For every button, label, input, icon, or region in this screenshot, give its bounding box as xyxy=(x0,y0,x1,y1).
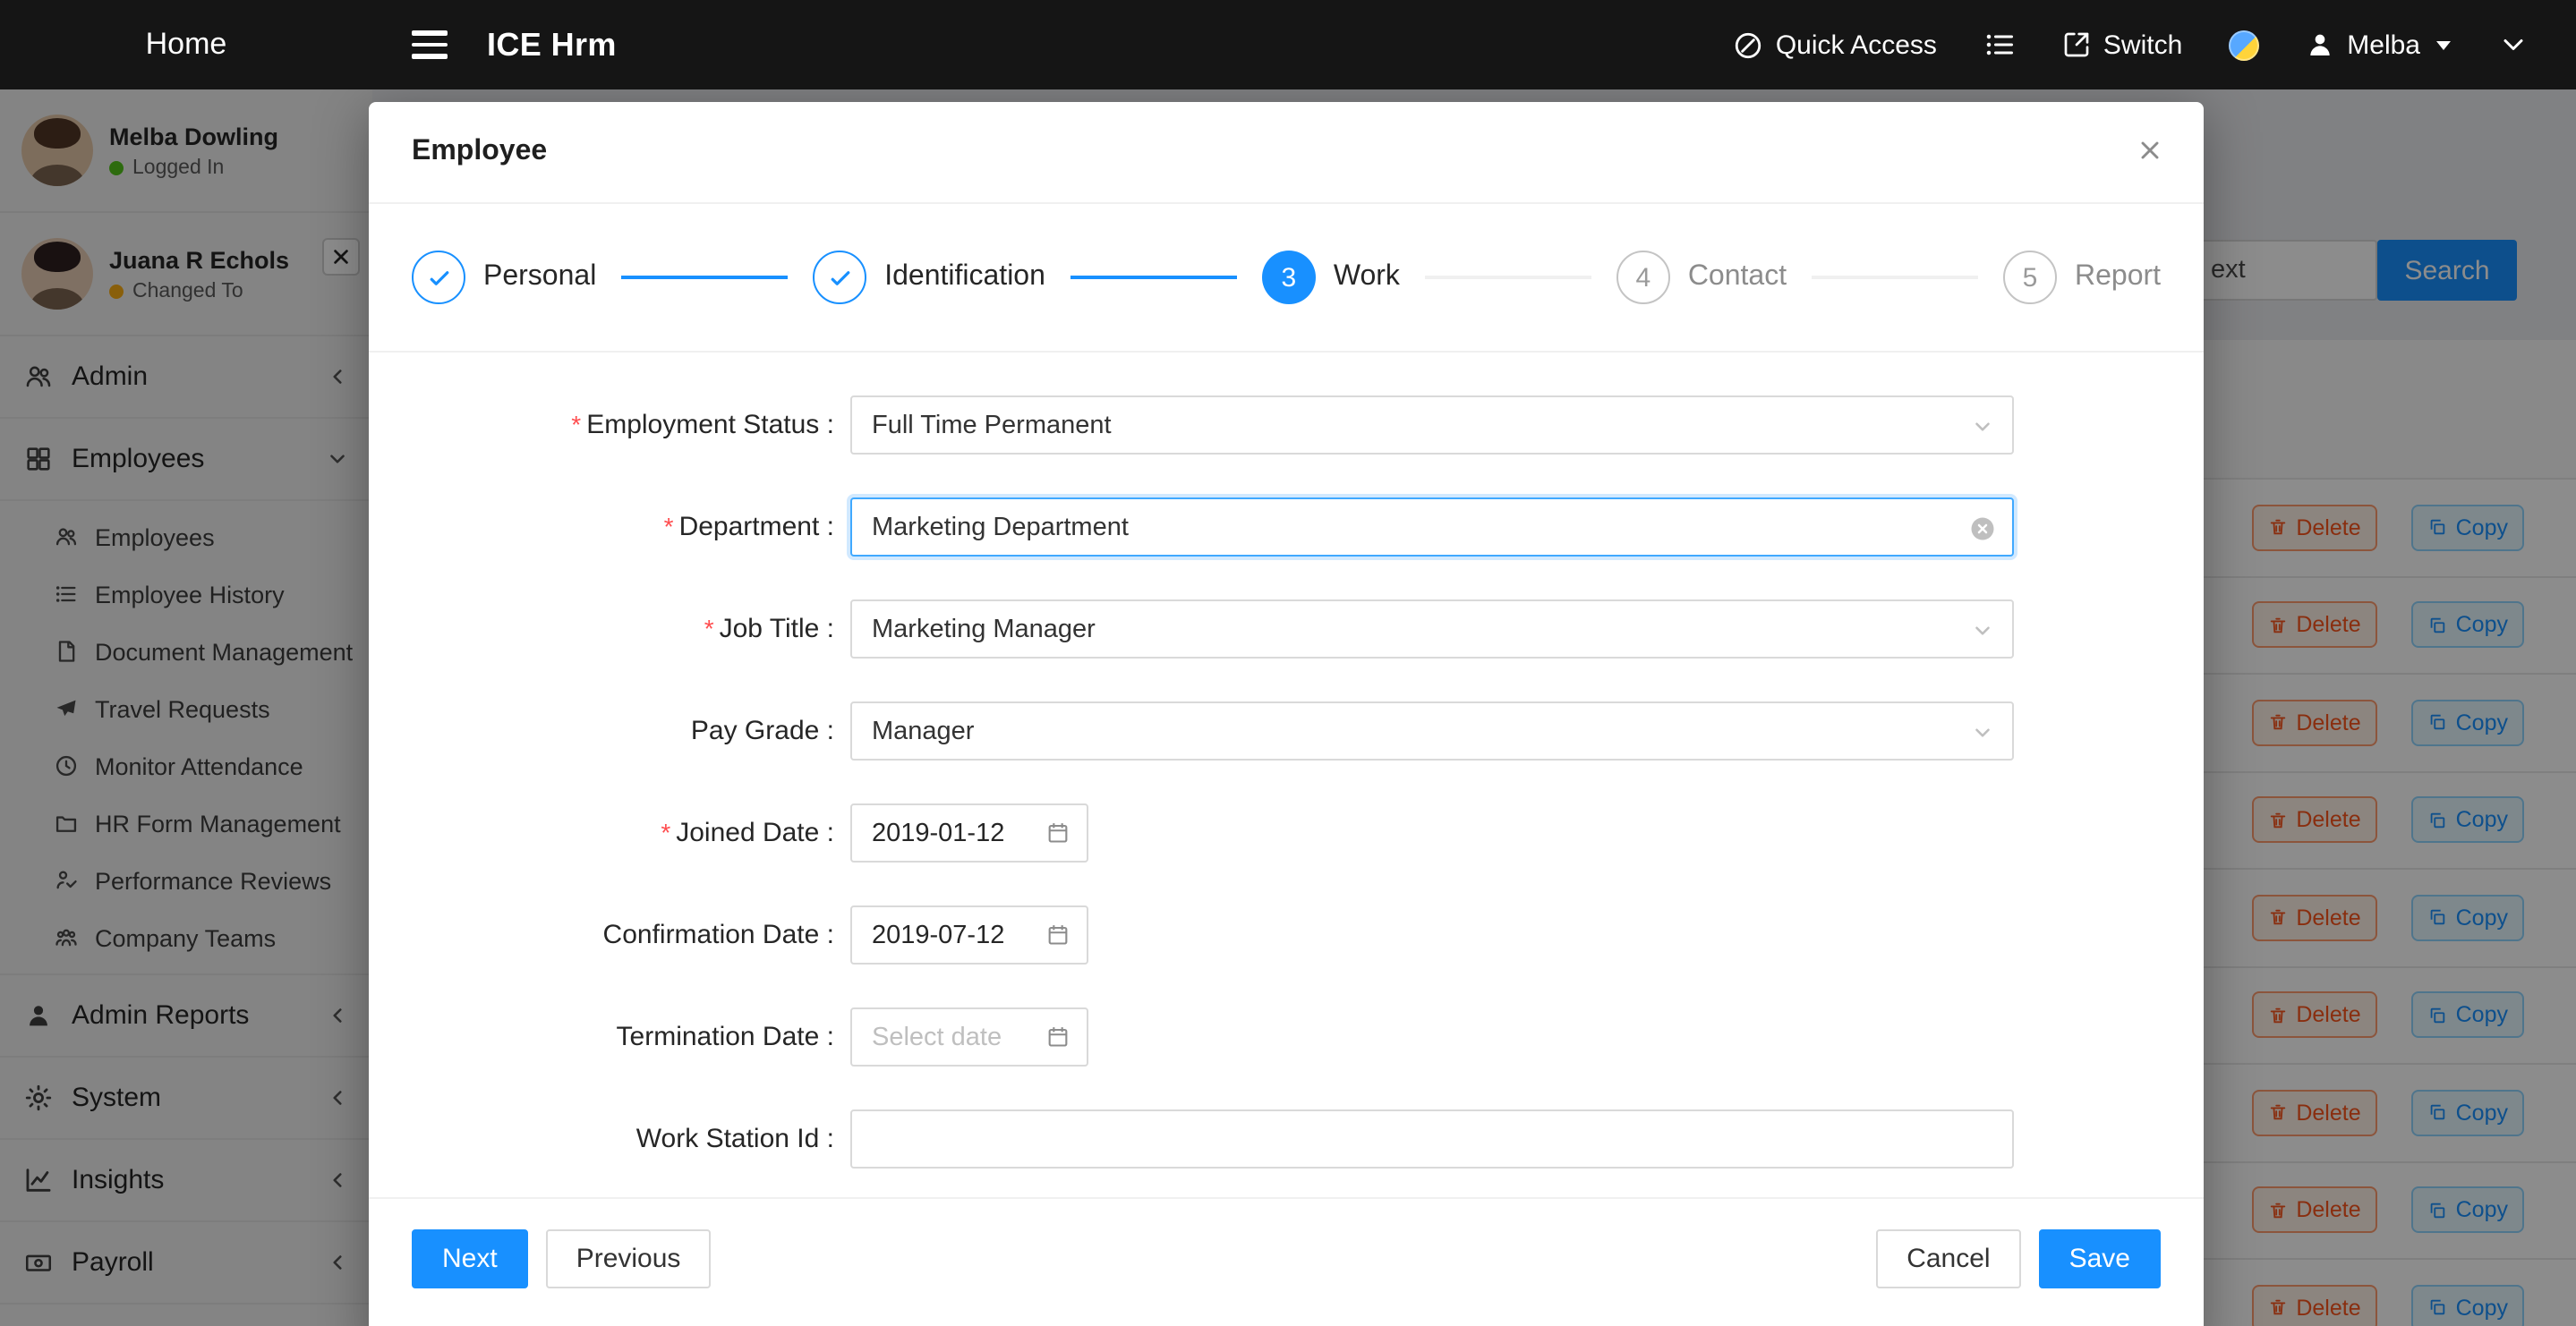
quick-access-label: Quick Access xyxy=(1776,30,1937,60)
step-check-icon xyxy=(412,251,465,304)
job-title-select[interactable]: Marketing Manager xyxy=(850,599,2014,659)
close-icon[interactable] xyxy=(2136,136,2164,165)
quick-access-icon xyxy=(1733,30,1763,60)
user-menu[interactable]: Melba xyxy=(2306,30,2451,60)
step-label: Report xyxy=(2075,261,2161,293)
field-label: Pay Grade : xyxy=(369,716,834,746)
field-label: *Job Title : xyxy=(369,614,834,644)
employment-status-select[interactable]: Full Time Permanent xyxy=(850,395,2014,455)
select-value: Marketing Manager xyxy=(872,615,1096,643)
select-value: Marketing Department xyxy=(872,513,1129,541)
step-number: 5 xyxy=(2003,251,2057,304)
user-menu-label: Melba xyxy=(2347,30,2420,60)
termination-date-picker[interactable]: Select date xyxy=(850,1007,1088,1067)
user-menu-caret-icon xyxy=(2436,40,2451,49)
next-button[interactable]: Next xyxy=(412,1229,528,1288)
nav-home-link[interactable]: Home xyxy=(0,27,372,63)
steps-wizard: Personal Identification 3 Work 4 Contact xyxy=(369,204,2204,353)
switch-button[interactable]: Switch xyxy=(2062,30,2182,60)
step-connector xyxy=(1425,276,1591,279)
clear-icon[interactable] xyxy=(1969,515,1996,542)
field-label: Work Station Id : xyxy=(369,1124,834,1154)
step-label: Contact xyxy=(1688,261,1787,293)
cancel-button[interactable]: Cancel xyxy=(1876,1229,2020,1288)
navbar-chevron-down-icon[interactable] xyxy=(2497,29,2529,61)
field-label: Confirmation Date : xyxy=(369,920,834,950)
date-value: 2019-07-12 xyxy=(872,921,1004,949)
joined-date-picker[interactable]: 2019-01-12 xyxy=(850,803,1088,863)
quick-access-button[interactable]: Quick Access xyxy=(1733,30,1937,60)
employee-modal: Employee Personal Identification 3 xyxy=(369,102,2204,1326)
step-connector xyxy=(1070,276,1237,279)
step-identification[interactable]: Identification xyxy=(813,251,1045,304)
step-label: Work xyxy=(1334,261,1400,293)
step-report[interactable]: 5 Report xyxy=(2003,251,2161,304)
calendar-icon xyxy=(1045,922,1070,947)
step-personal[interactable]: Personal xyxy=(412,251,596,304)
step-connector xyxy=(621,276,788,279)
step-number: 4 xyxy=(1616,251,1670,304)
field-label: *Department : xyxy=(369,512,834,542)
language-globe-icon[interactable] xyxy=(2229,30,2259,60)
step-check-icon xyxy=(813,251,866,304)
field-label: *Joined Date : xyxy=(369,818,834,848)
menu-toggle-icon[interactable] xyxy=(412,31,448,58)
step-work[interactable]: 3 Work xyxy=(1262,251,1400,304)
user-icon xyxy=(2306,30,2334,59)
date-placeholder: Select date xyxy=(872,1023,1002,1051)
switch-label: Switch xyxy=(2103,30,2182,60)
modal-header: Employee xyxy=(369,102,2204,204)
save-button[interactable]: Save xyxy=(2039,1229,2161,1288)
date-value: 2019-01-12 xyxy=(872,819,1004,847)
step-label: Personal xyxy=(483,261,596,293)
modal-footer: Next Previous Cancel Save xyxy=(369,1186,2204,1317)
chevron-down-icon xyxy=(1971,721,1994,744)
switch-icon xyxy=(2062,30,2091,59)
app-brand: ICE Hrm xyxy=(487,26,617,64)
work-form: *Employment Status : Full Time Permanent… xyxy=(369,353,2204,1199)
step-connector xyxy=(1812,276,1978,279)
step-label: Identification xyxy=(884,261,1045,293)
navbar-actions: Quick Access Switch Melba xyxy=(1733,29,2576,61)
tasks-list-icon[interactable] xyxy=(1983,29,2016,61)
step-number: 3 xyxy=(1262,251,1316,304)
chevron-down-icon xyxy=(1971,415,1994,438)
confirmation-date-picker[interactable]: 2019-07-12 xyxy=(850,905,1088,965)
modal-title: Employee xyxy=(412,136,547,168)
app-root: Home ICE Hrm Quick Access Switch xyxy=(0,0,2576,1326)
previous-button[interactable]: Previous xyxy=(546,1229,712,1288)
calendar-icon xyxy=(1045,1024,1070,1049)
step-contact[interactable]: 4 Contact xyxy=(1616,251,1787,304)
select-value: Manager xyxy=(872,717,974,745)
chevron-down-icon xyxy=(1971,619,1994,642)
select-value: Full Time Permanent xyxy=(872,411,1112,439)
field-label: Termination Date : xyxy=(369,1022,834,1052)
department-select[interactable]: Marketing Department xyxy=(850,497,2014,557)
work-station-id-input[interactable] xyxy=(850,1109,2014,1169)
pay-grade-select[interactable]: Manager xyxy=(850,701,2014,761)
top-navbar: Home ICE Hrm Quick Access Switch xyxy=(0,0,2576,89)
field-label: *Employment Status : xyxy=(369,410,834,440)
calendar-icon xyxy=(1045,820,1070,845)
